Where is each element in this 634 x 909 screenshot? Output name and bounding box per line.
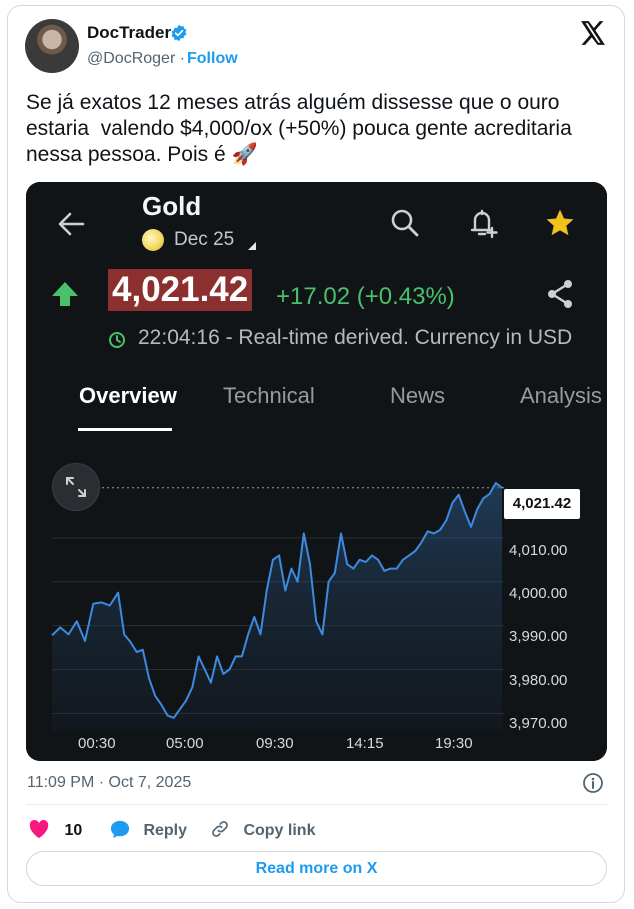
active-tab-indicator [78,428,172,431]
copy-link-button[interactable]: Copy link [209,819,315,840]
link-icon [212,821,228,837]
expand-chart-button[interactable] [52,463,100,511]
x-tick-label: 14:15 [346,735,384,752]
tweet-timestamp[interactable]: 11:09 PM · Oct 7, 2025 [27,774,191,792]
x-tick-label: 05:00 [166,735,204,752]
like-count: 10 [64,822,83,839]
y-tick-label: 3,970.00 [509,715,568,732]
clock-icon [109,332,125,348]
tab-news[interactable]: News [390,383,445,409]
like-button[interactable]: 10 [28,819,82,840]
read-more-button[interactable]: Read more on X [26,851,607,886]
tweet-media[interactable]: Gold Dec 25 4,021.42 +17.02 (+0.43%) 22:… [26,182,607,761]
y-tick-label: 4,000.00 [509,585,568,602]
price-up-arrow-icon [52,282,78,306]
bell-plus-icon[interactable] [466,206,500,240]
x-tick-label: 09:30 [256,735,294,752]
verified-badge-icon [171,24,187,42]
last-price-label: 4,021.42 [504,489,580,519]
expand-icon [66,477,86,497]
tab-analysis[interactable]: Analysis [520,383,602,409]
author-name[interactable]: DocTrader [87,23,171,43]
follow-button[interactable]: Follow [187,50,238,68]
copy-link-label: Copy link [243,822,316,839]
heart-icon [29,819,49,839]
expiry-caret-icon [248,242,256,250]
reply-bubble-icon [110,820,130,839]
info-icon[interactable] [582,772,604,794]
tab-overview[interactable]: Overview [79,383,177,409]
y-tick-label: 4,010.00 [509,542,568,559]
x-tick-label: 19:30 [435,735,473,752]
y-tick-label: 3,980.00 [509,672,568,689]
x-logo-icon[interactable] [580,21,606,45]
price-change: +17.02 (+0.43%) [276,283,455,310]
tweet-text: Se já exatos 12 meses atrás alguém disse… [26,91,572,166]
tab-technical[interactable]: Technical [223,383,315,409]
author-handle[interactable]: @DocRoger · [87,50,185,68]
gold-coin-icon [142,229,164,251]
avatar[interactable] [25,19,79,73]
star-icon[interactable] [544,207,576,239]
current-price: 4,021.42 [108,269,253,311]
back-arrow-icon[interactable] [56,210,86,238]
realtime-info: 22:04:16 - Real-time derived. Currency i… [138,326,573,349]
share-icon[interactable] [544,278,576,310]
y-tick-label: 3,990.00 [509,628,568,645]
search-icon[interactable] [390,208,420,238]
asset-name: Gold [142,191,202,221]
reply-label: Reply [143,822,188,839]
divider [26,804,607,805]
trading-app-screenshot: Gold Dec 25 4,021.42 +17.02 (+0.43%) 22:… [26,182,607,761]
expiry-selector[interactable]: Dec 25 [174,229,234,251]
x-tick-label: 00:30 [78,735,116,752]
reply-button[interactable]: Reply [109,819,187,840]
